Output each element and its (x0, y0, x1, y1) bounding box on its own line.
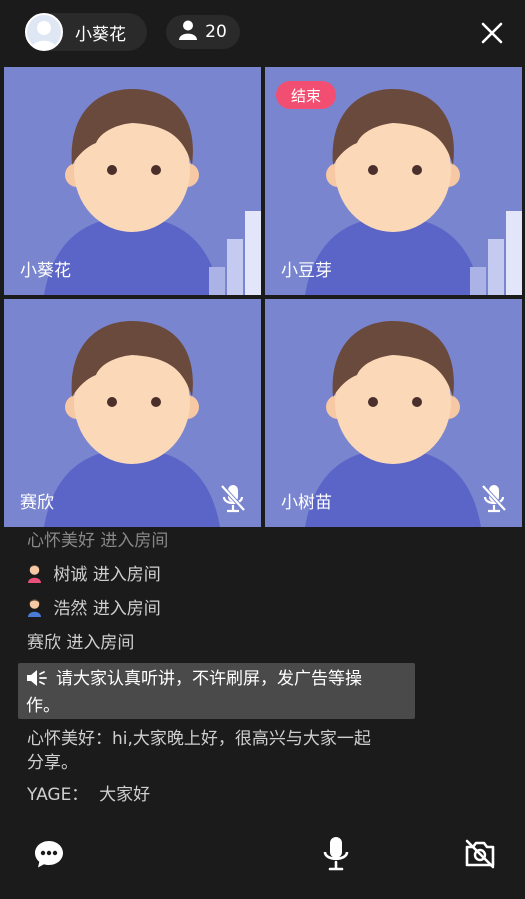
message-user: 赛欣 (27, 633, 61, 653)
speaker-icon (26, 669, 48, 694)
chat-line-1: 心怀美好：hi,大家晚上好，很高兴与大家一起 (27, 729, 371, 749)
volume-bars-icon (209, 211, 261, 295)
camera-toggle-button[interactable] (461, 835, 499, 873)
message-text: 进入房间 (92, 565, 161, 585)
user-icon (179, 20, 198, 44)
chat-icon (35, 841, 63, 868)
ended-badge: 结束 (276, 81, 337, 109)
chat-message: 心怀美好：hi,大家晚上好，很高兴与大家一起 分享。 (27, 727, 371, 775)
close-icon (481, 22, 503, 44)
message-text: 进入房间 (66, 633, 135, 653)
chat-line-1: YAGE： 大家好 (27, 785, 151, 805)
message-text: 进入房间 (92, 599, 161, 619)
list-item: 心怀美好 进入房间 (27, 529, 168, 553)
chat-message: YAGE： 大家好 (27, 783, 150, 807)
viewer-count: 20 (205, 22, 227, 42)
viewer-count-badge: 20 (166, 15, 240, 49)
host-name: 小葵花 (75, 24, 126, 45)
list-item: 赛欣 进入房间 (27, 631, 134, 655)
volume-bars-icon (470, 211, 522, 295)
host-avatar (25, 13, 63, 51)
close-button[interactable] (476, 17, 508, 49)
video-tile-4[interactable]: 小树苗 (265, 299, 522, 527)
male-user-icon (27, 597, 42, 624)
chat-button[interactable] (30, 835, 68, 873)
message-user: 浩然 (53, 599, 88, 619)
video-tile-2[interactable]: 结束 小豆芽 (265, 67, 522, 295)
participant-name: 小豆芽 (281, 261, 332, 281)
female-user-icon (27, 563, 42, 590)
camera-off-icon (465, 839, 495, 869)
video-tile-1[interactable]: 小葵花 (4, 67, 261, 295)
participant-name: 赛欣 (20, 493, 54, 513)
room-header: 小葵花 20 (0, 0, 525, 66)
message-user: 树诚 (53, 565, 88, 585)
participant-name: 小树苗 (281, 493, 332, 513)
video-tile-3[interactable]: 赛欣 (4, 299, 261, 527)
avatar-user-icon (31, 21, 57, 49)
announcement-notice: 请大家认真听讲，不许刷屏，发广告等操 作。 (18, 663, 415, 719)
notice-line-1: 请大家认真听讲，不许刷屏，发广告等操 (56, 669, 362, 689)
microphone-button[interactable] (317, 835, 355, 873)
chat-line-2: 分享。 (27, 753, 78, 773)
host-info[interactable]: 小葵花 (25, 13, 147, 51)
notice-line-2: 作。 (26, 696, 60, 716)
message-user: 心怀美好 (27, 531, 95, 551)
mic-off-icon (220, 484, 246, 513)
message-list[interactable]: 心怀美好 进入房间 树诚 进入房间 浩然 进入房间 赛欣 进入房间 请大家认真听… (0, 527, 525, 827)
list-item: 树诚 进入房间 (27, 563, 161, 590)
list-item: 浩然 进入房间 (27, 597, 161, 624)
message-text: 进入房间 (100, 531, 169, 551)
participant-name: 小葵花 (20, 261, 71, 281)
mic-off-icon (481, 484, 507, 513)
video-grid: 小葵花 结束 小豆芽 赛欣 小树苗 (4, 67, 523, 527)
microphone-icon (323, 837, 349, 871)
